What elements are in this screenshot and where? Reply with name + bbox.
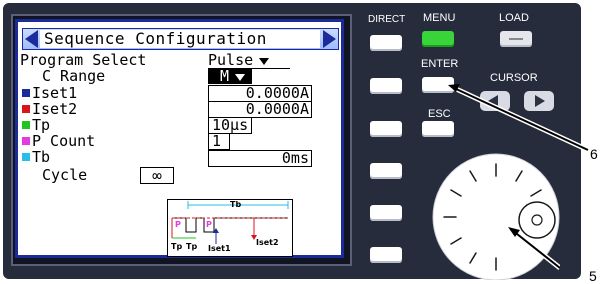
tb-label-row: Tb (22, 149, 50, 165)
load-button[interactable] (500, 31, 532, 47)
load-indicator-icon (509, 38, 523, 40)
chevron-down-icon (235, 74, 246, 81)
direct-label: DIRECT (368, 14, 406, 25)
p-count-label-row: P Count (22, 133, 95, 149)
c-range-label: C Range (42, 67, 106, 85)
direct-button-2[interactable] (370, 78, 402, 94)
cycle-field[interactable]: ∞ (140, 167, 174, 184)
direct-button-3[interactable] (370, 121, 402, 137)
tp-label-row: Tp (22, 117, 50, 133)
menu-label: MENU (423, 12, 456, 24)
screen-title: Sequence Configuration (40, 30, 320, 48)
enter-callout-number: 6 (590, 146, 598, 162)
diagram-tp1-label: Tp (171, 242, 183, 251)
iset2-label-row: Iset2 (22, 101, 77, 117)
iset2-color-marker (22, 105, 30, 113)
iset1-color-marker (22, 89, 30, 97)
menu-button[interactable] (422, 31, 454, 47)
header-left-arrow-icon (25, 30, 38, 48)
direct-button-4[interactable] (370, 163, 402, 179)
load-label: LOAD (499, 12, 529, 24)
diagram-iset2-label: Iset2 (256, 238, 279, 247)
program-select-label: Program Select (20, 51, 147, 69)
cycle-label: Cycle (42, 166, 88, 184)
direct-button-5[interactable] (370, 205, 402, 221)
program-select-value: Pulse (208, 51, 254, 69)
header-right-arrow-icon (323, 30, 336, 48)
c-range-value: M (220, 67, 230, 85)
direct-button-6[interactable] (370, 247, 402, 263)
rotary-knob[interactable] (430, 150, 560, 280)
chevron-down-icon (259, 58, 270, 65)
diagram-p2-label: P (206, 220, 212, 229)
tb-label: Tb (32, 148, 51, 166)
tb-color-marker (22, 153, 30, 161)
diagram-p1-label: P (175, 220, 181, 229)
diagram-tp2-label: Tp (186, 242, 198, 251)
iset1-label-row: Iset1 (22, 85, 77, 101)
enter-callout-line (448, 84, 590, 153)
diagram-tb-label: Tb (230, 200, 242, 209)
p-count-field[interactable]: 1 (208, 133, 230, 150)
tb-field[interactable]: 0ms (208, 150, 312, 167)
pulse-diagram: Tb P P Tp Tp Iset1 Iset2 (167, 199, 293, 257)
diagram-iset1-label: Iset1 (208, 244, 231, 253)
tp-color-marker (22, 121, 30, 129)
direct-button-1[interactable] (370, 35, 402, 51)
enter-label: ENTER (421, 58, 459, 70)
screen-header: Sequence Configuration (22, 28, 339, 50)
knob-finger-grip-icon (518, 201, 556, 239)
p-count-color-marker (22, 137, 30, 145)
c-range-dropdown[interactable]: M (208, 68, 252, 84)
knob-callout-number: 5 (589, 268, 597, 284)
